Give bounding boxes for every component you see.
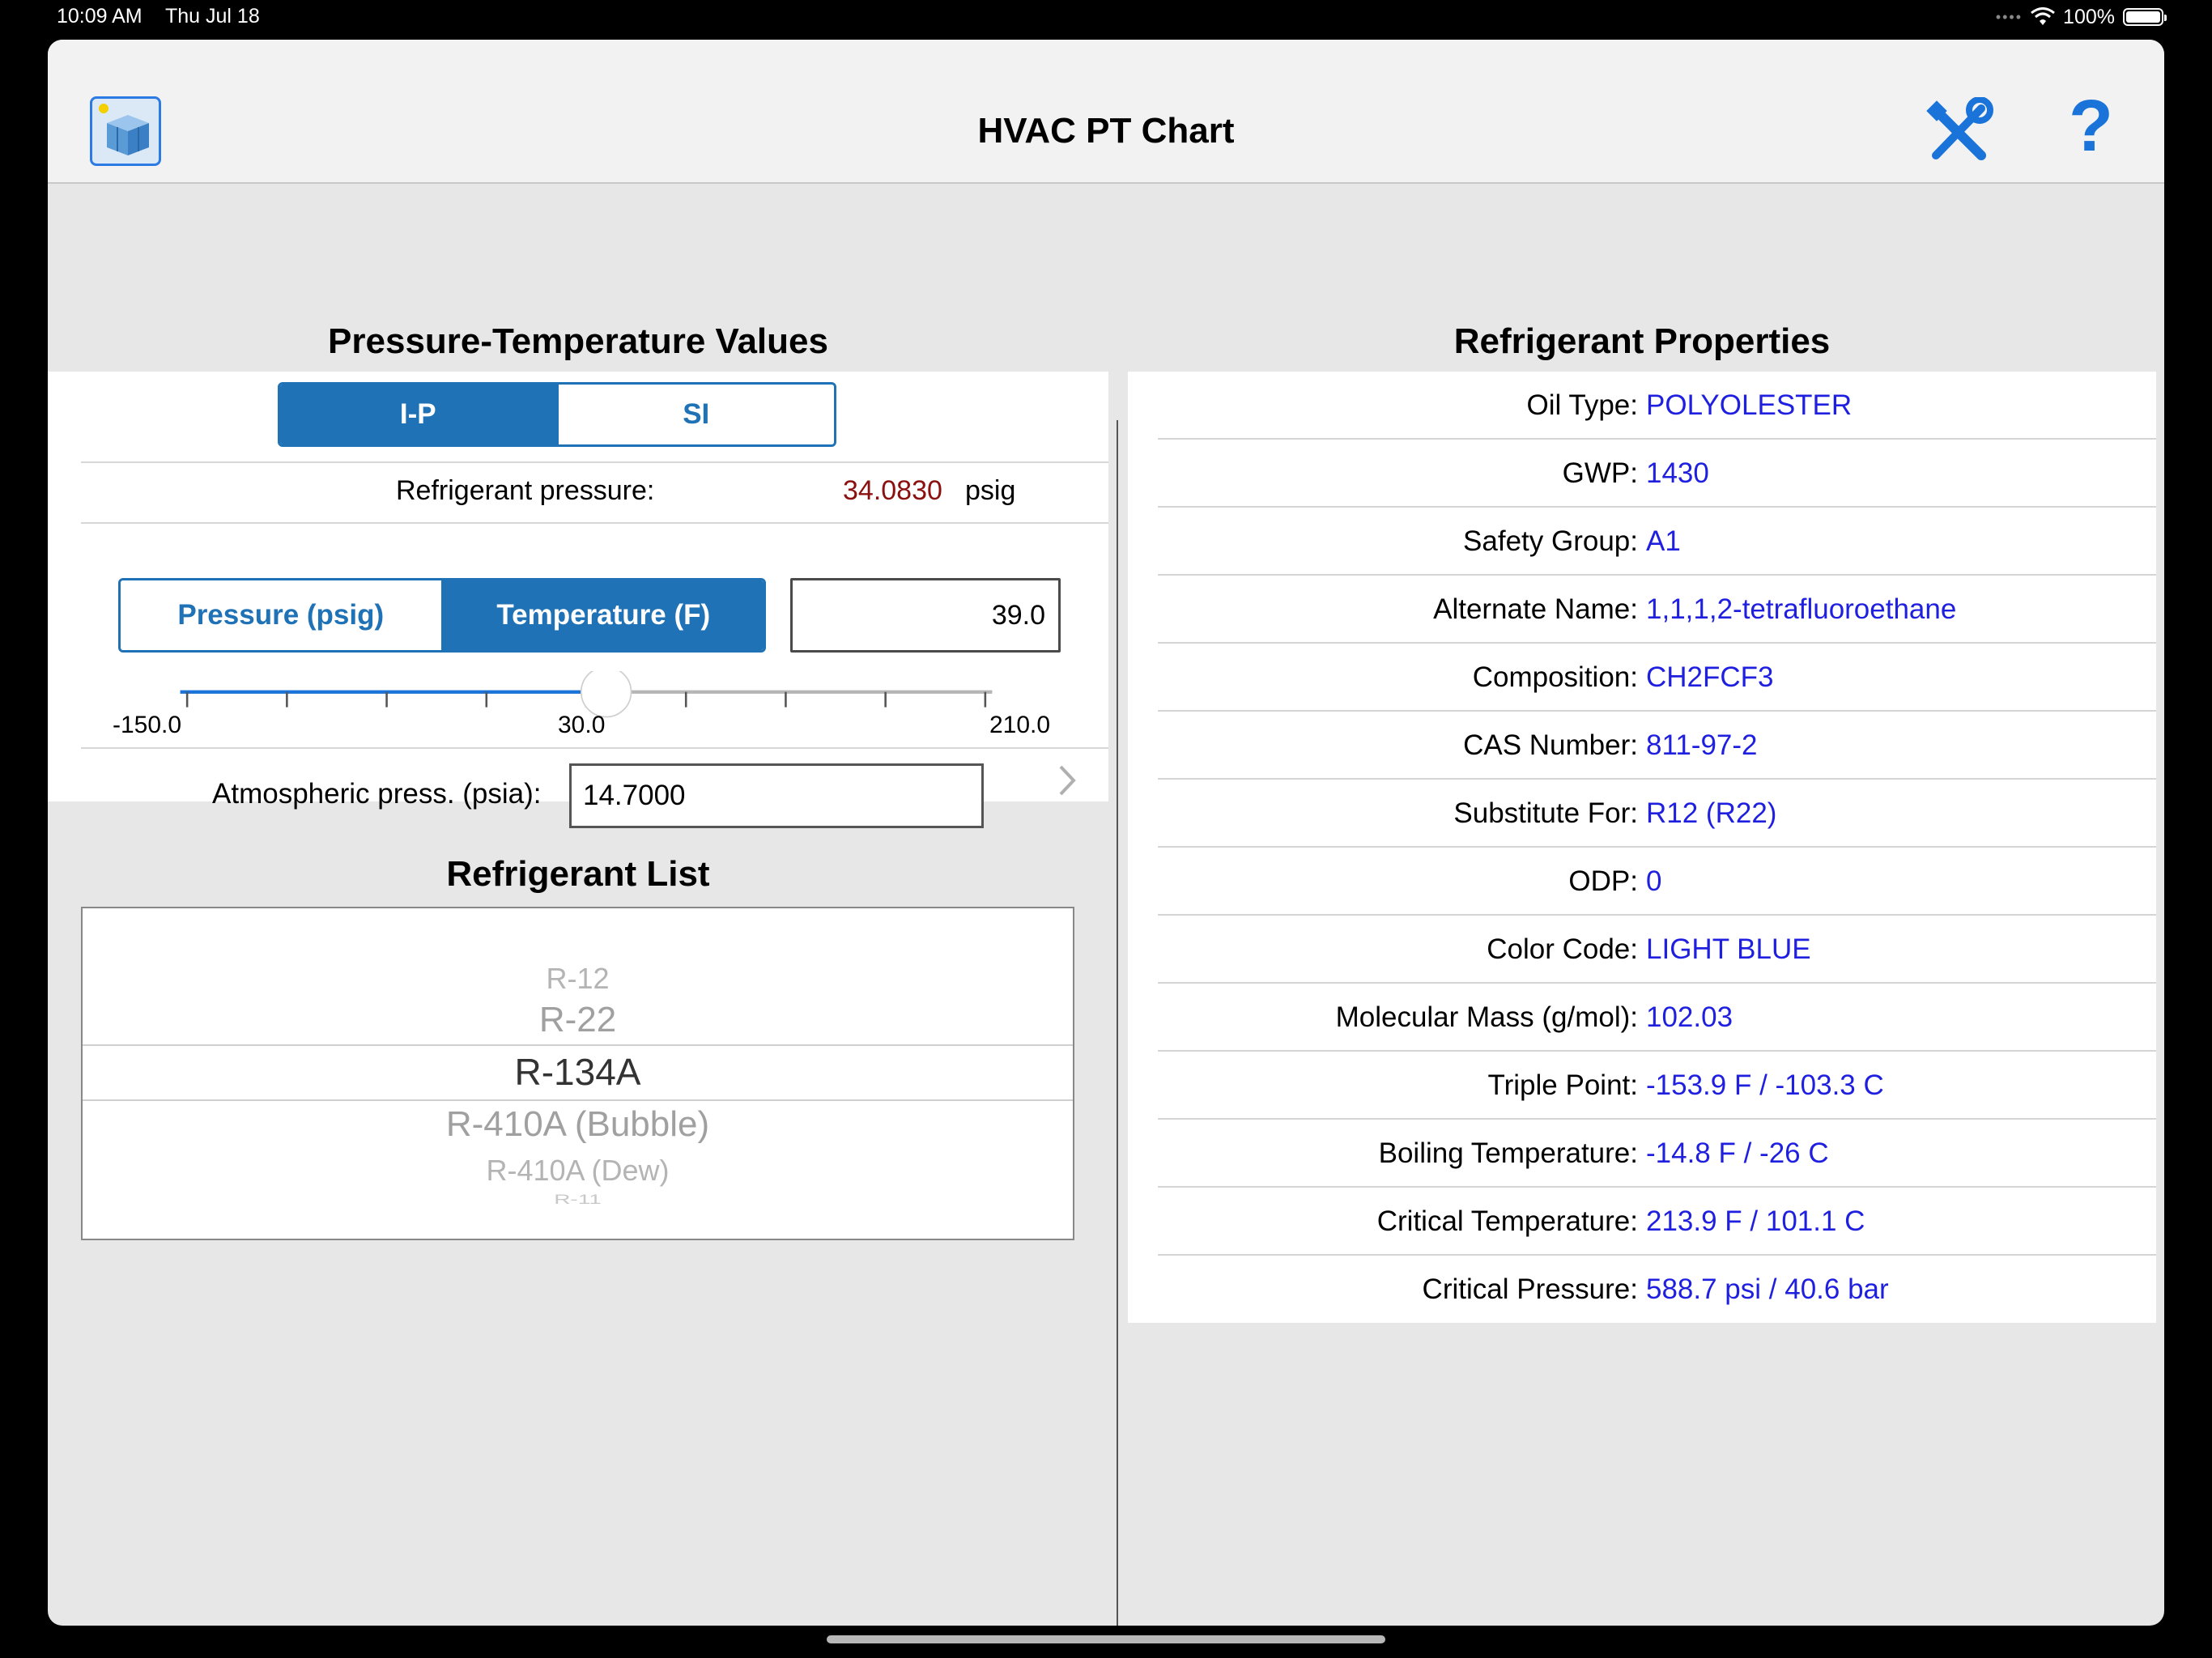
unit-ip-segment[interactable]: I-P bbox=[280, 385, 556, 444]
picker-item[interactable]: R-11 bbox=[83, 1192, 1073, 1207]
property-row: Oil Type: POLYOLESTER bbox=[1128, 372, 2156, 440]
property-label: Alternate Name: bbox=[1433, 593, 1638, 625]
property-label: Critical Temperature: bbox=[1376, 1205, 1638, 1237]
picker-item[interactable]: R-410A (Dew) bbox=[83, 1154, 1073, 1188]
refrigerant-pressure-value: 34.0830 bbox=[843, 475, 942, 506]
picker-item[interactable]: R-12 bbox=[83, 962, 1073, 996]
picker-selection-line bbox=[83, 1044, 1073, 1046]
refrigerant-picker[interactable]: R-12 R-22 R-134A R-410A (Bubble) R-410A … bbox=[81, 907, 1074, 1240]
property-value: POLYOLESTER bbox=[1646, 389, 1853, 421]
property-value: 213.9 F / 101.1 C bbox=[1646, 1205, 1865, 1237]
property-label: Safety Group: bbox=[1463, 525, 1638, 557]
property-value: 1430 bbox=[1646, 457, 1709, 489]
properties-table: Oil Type: POLYOLESTER GWP: 1430 Safety Gro… bbox=[1128, 372, 2156, 1323]
property-row: Substitute For: R12 (R22) bbox=[1128, 780, 2156, 848]
property-row: Safety Group: A1 bbox=[1128, 508, 2156, 576]
divider bbox=[81, 522, 1108, 524]
picker-item[interactable]: R-410A (Bubble) bbox=[83, 1104, 1073, 1145]
property-value: CH2FCF3 bbox=[1646, 661, 1774, 693]
navigation-bar: HVAC PT Chart ? bbox=[48, 40, 2164, 184]
property-row: GWP: 1430 bbox=[1128, 440, 2156, 508]
property-label: ODP: bbox=[1568, 865, 1638, 897]
input-mode-segmented-control: Pressure (psig) Temperature (F) bbox=[118, 578, 766, 653]
property-label: Oil Type: bbox=[1526, 389, 1638, 421]
property-value: -153.9 F / -103.3 C bbox=[1646, 1069, 1884, 1101]
property-label: Substitute For: bbox=[1453, 797, 1638, 829]
temperature-mode-segment[interactable]: Temperature (F) bbox=[440, 580, 764, 650]
property-row: CAS Number: 811-97-2 bbox=[1128, 712, 2156, 780]
picker-item-selected[interactable]: R-134A bbox=[83, 1050, 1073, 1094]
property-value: LIGHT BLUE bbox=[1646, 933, 1811, 965]
slider-thumb[interactable] bbox=[580, 671, 632, 718]
temperature-input[interactable] bbox=[790, 578, 1061, 653]
pressure-mode-segment[interactable]: Pressure (psig) bbox=[121, 580, 441, 650]
property-label: Boiling Temperature: bbox=[1378, 1137, 1638, 1169]
picker-item[interactable]: R-22 bbox=[83, 1000, 1073, 1040]
property-row: ODP: 0 bbox=[1128, 848, 2156, 916]
property-label: CAS Number: bbox=[1463, 729, 1638, 761]
chevron-right-icon[interactable] bbox=[1056, 760, 1080, 801]
property-value: 0 bbox=[1646, 865, 1662, 897]
refrigerant-pressure-label: Refrigerant pressure: bbox=[396, 475, 655, 506]
tools-icon[interactable] bbox=[1923, 96, 1994, 168]
refrigerant-list-title: Refrigerant List bbox=[446, 854, 710, 894]
property-value: 1,1,1,2-tetrafluoroethane bbox=[1646, 593, 1957, 625]
property-label: Triple Point: bbox=[1487, 1069, 1638, 1101]
divider bbox=[81, 461, 1108, 463]
property-row: Critical Temperature: 213.9 F / 101.1 C bbox=[1128, 1188, 2156, 1256]
atmospheric-pressure-label: Atmospheric press. (psia): bbox=[212, 778, 542, 810]
wifi-icon bbox=[2031, 7, 2055, 25]
help-button[interactable]: ? bbox=[2069, 90, 2113, 163]
property-value: 588.7 psi / 40.6 bar bbox=[1646, 1273, 1889, 1305]
property-label: Composition: bbox=[1472, 661, 1638, 693]
slider-mid-label: 30.0 bbox=[558, 712, 606, 738]
property-value: 811-97-2 bbox=[1646, 729, 1758, 761]
property-row: Composition: CH2FCF3 bbox=[1128, 644, 2156, 712]
status-indicators: •••• 100% bbox=[1995, 5, 2167, 29]
divider bbox=[81, 747, 1108, 749]
slider-min-label: -150.0 bbox=[113, 712, 182, 738]
unit-system-segmented-control: I-P SI bbox=[278, 382, 836, 447]
property-row: Color Code: LIGHT BLUE bbox=[1128, 916, 2156, 984]
property-row: Critical Pressure: 588.7 psi / 40.6 bar bbox=[1128, 1256, 2156, 1324]
app-window: HVAC PT Chart ? Pressure-Temperature Val… bbox=[48, 40, 2164, 1626]
property-row: Triple Point: -153.9 F / -103.3 C bbox=[1128, 1052, 2156, 1120]
atmospheric-pressure-input[interactable] bbox=[569, 763, 984, 828]
battery-percent: 100% bbox=[2063, 5, 2115, 28]
property-row: Boiling Temperature: -14.8 F / -26 C bbox=[1128, 1120, 2156, 1188]
refrigerant-properties-title: Refrigerant Properties bbox=[1453, 321, 1831, 361]
refrigerant-pressure-unit: psig bbox=[965, 475, 1016, 506]
property-label: Molecular Mass (g/mol): bbox=[1335, 1001, 1638, 1033]
signal-dots-icon: •••• bbox=[1995, 8, 2023, 25]
split-divider bbox=[1117, 420, 1118, 1626]
property-label: Color Code: bbox=[1487, 933, 1638, 965]
slider-max-label: 210.0 bbox=[989, 712, 1051, 738]
unit-si-segment[interactable]: SI bbox=[555, 385, 834, 444]
pt-section-title: Pressure-Temperature Values bbox=[328, 321, 828, 361]
property-label: GWP: bbox=[1562, 457, 1638, 489]
property-value: -14.8 F / -26 C bbox=[1646, 1137, 1829, 1169]
pt-panel: I-P SI Refrigerant pressure: 34.0830 psi… bbox=[48, 372, 1108, 828]
picker-selection-line bbox=[83, 1099, 1073, 1101]
property-value: 102.03 bbox=[1646, 1001, 1733, 1033]
page-title: HVAC PT Chart bbox=[977, 111, 1235, 151]
property-value: A1 bbox=[1646, 525, 1681, 557]
status-date: Thu Jul 18 bbox=[165, 5, 260, 28]
property-row: Molecular Mass (g/mol): 102.03 bbox=[1128, 984, 2156, 1052]
property-value: R12 (R22) bbox=[1646, 797, 1777, 829]
battery-icon bbox=[2123, 8, 2167, 26]
property-label: Critical Pressure: bbox=[1422, 1273, 1638, 1305]
home-indicator[interactable] bbox=[827, 1635, 1385, 1643]
status-time: 10:09 AM bbox=[57, 5, 143, 28]
property-row: Alternate Name: 1,1,1,2-tetrafluoroethane bbox=[1128, 576, 2156, 644]
